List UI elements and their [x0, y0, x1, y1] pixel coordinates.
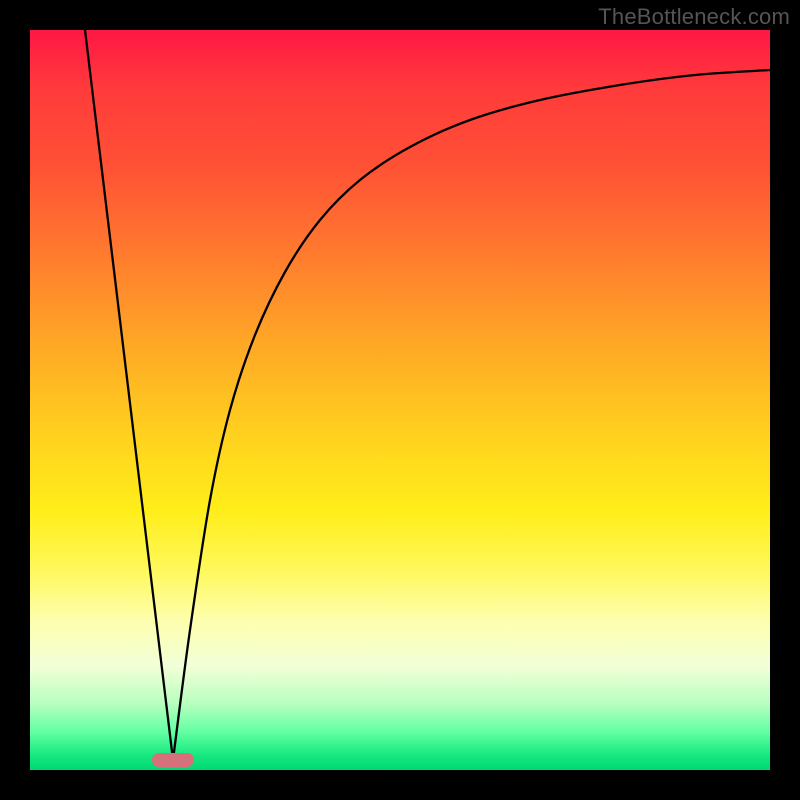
right-curve-path: [173, 70, 770, 760]
optimum-marker: [152, 753, 194, 767]
watermark-text: TheBottleneck.com: [598, 4, 790, 30]
plot-area: [30, 30, 770, 770]
left-line-path: [85, 30, 173, 760]
curve-layer: [30, 30, 770, 770]
chart-frame: TheBottleneck.com: [0, 0, 800, 800]
